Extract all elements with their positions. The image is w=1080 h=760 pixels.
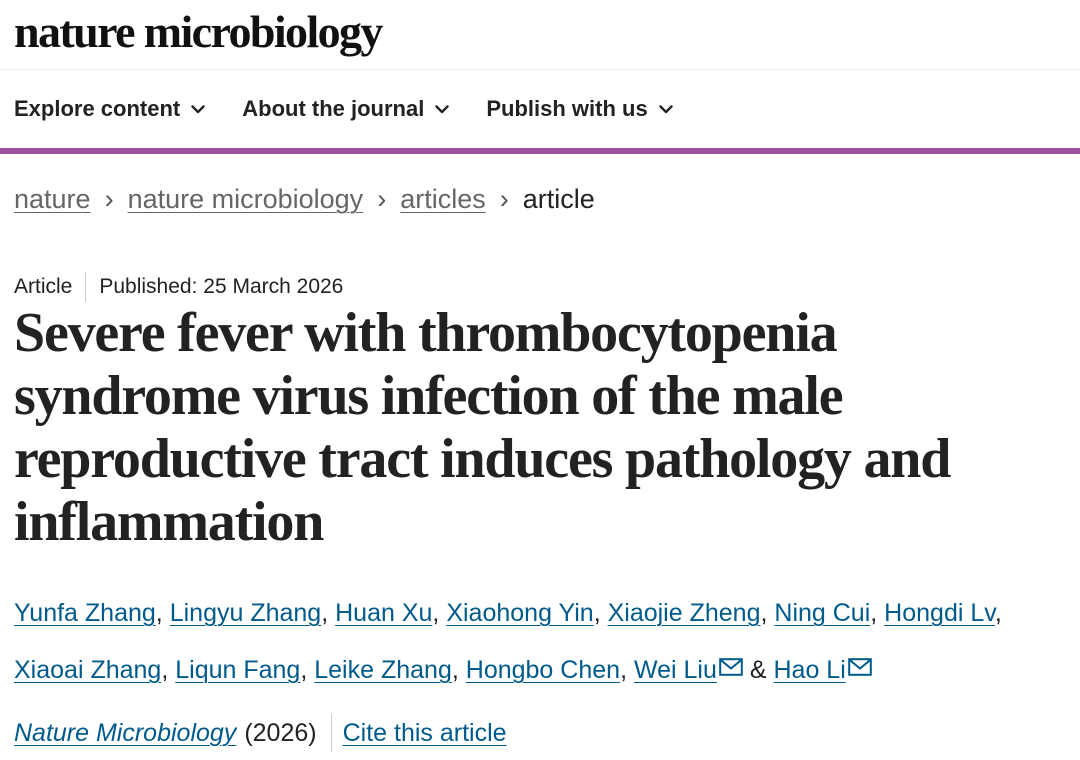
author-link[interactable]: Hongdi Lv <box>884 599 995 627</box>
breadcrumb-separator-icon: › <box>104 184 114 214</box>
author-link[interactable]: Yunfa Zhang <box>14 599 156 627</box>
breadcrumb-link-nature[interactable]: nature <box>14 184 91 215</box>
author-link[interactable]: Xiaohong Yin <box>446 599 593 627</box>
author-separator: , <box>451 656 459 684</box>
author-link[interactable]: Xiaoai Zhang <box>14 656 161 684</box>
author-separator: , <box>620 656 628 684</box>
author-link[interactable]: Lingyu Zhang <box>170 599 322 627</box>
author-link[interactable]: Liqun Fang <box>175 656 300 684</box>
nav-item-label: About the journal <box>242 96 425 121</box>
meta-divider <box>85 272 87 302</box>
publication-year: (2026) <box>244 718 317 747</box>
cite-this-article-link[interactable]: Cite this article <box>343 719 507 748</box>
article-meta: Article Published: 25 March 2026 <box>14 272 343 302</box>
author-list: Yunfa Zhang, Lingyu Zhang, Huan Xu, Xiao… <box>14 586 1074 698</box>
breadcrumb-link-articles[interactable]: articles <box>400 184 486 215</box>
chevron-down-icon <box>658 104 673 114</box>
author-link[interactable]: Xiaojie Zheng <box>608 599 761 627</box>
nav-about-the-journal[interactable]: About the journal <box>242 96 450 122</box>
breadcrumb-link-nature-microbiology[interactable]: nature microbiology <box>128 184 364 215</box>
breadcrumb-separator-icon: › <box>499 184 509 214</box>
author-conjunction: & <box>749 656 767 684</box>
nav-item-label: Publish with us <box>486 96 648 121</box>
author-separator: , <box>300 656 308 684</box>
nav-explore-content[interactable]: Explore content <box>14 96 205 122</box>
author-separator: , <box>321 599 329 627</box>
author-separator: , <box>155 599 163 627</box>
chevron-down-icon <box>191 104 205 114</box>
author-separator: , <box>870 599 878 627</box>
main-nav: Explore content About the journal Publis… <box>0 70 1080 154</box>
author-link[interactable]: Hao Li <box>773 656 845 684</box>
nav-item-label: Explore content <box>14 96 181 121</box>
site-header: nature microbiology <box>0 0 1080 70</box>
nav-publish-with-us[interactable]: Publish with us <box>486 96 673 122</box>
journal-link[interactable]: Nature Microbiology <box>14 719 236 748</box>
publication-date: Published: 25 March 2026 <box>99 275 344 298</box>
author-separator: , <box>593 599 601 627</box>
article-title: Severe fever with thrombocytopenia syndr… <box>14 302 951 553</box>
email-icon[interactable] <box>847 641 872 696</box>
author-link[interactable]: Huan Xu <box>335 599 432 627</box>
author-link[interactable]: Leike Zhang <box>314 656 452 684</box>
breadcrumb-separator-icon: › <box>377 184 387 214</box>
citation-line: Nature Microbiology (2026) Cite this art… <box>14 714 507 752</box>
email-icon[interactable] <box>719 641 743 696</box>
breadcrumb-current: article <box>522 184 595 214</box>
journal-logo[interactable]: nature microbiology <box>14 8 383 55</box>
article-type: Article <box>14 275 73 298</box>
author-separator: , <box>760 599 768 627</box>
author-separator: , <box>161 656 169 684</box>
author-link[interactable]: Wei Liu <box>634 656 717 684</box>
author-link[interactable]: Ning Cui <box>774 599 870 627</box>
author-separator: , <box>432 599 440 627</box>
citation-divider <box>330 714 332 752</box>
author-link[interactable]: Hongbo Chen <box>466 656 620 684</box>
author-separator: , <box>994 599 1002 627</box>
breadcrumb: nature › nature microbiology › articles … <box>14 184 595 215</box>
chevron-down-icon <box>435 104 450 114</box>
